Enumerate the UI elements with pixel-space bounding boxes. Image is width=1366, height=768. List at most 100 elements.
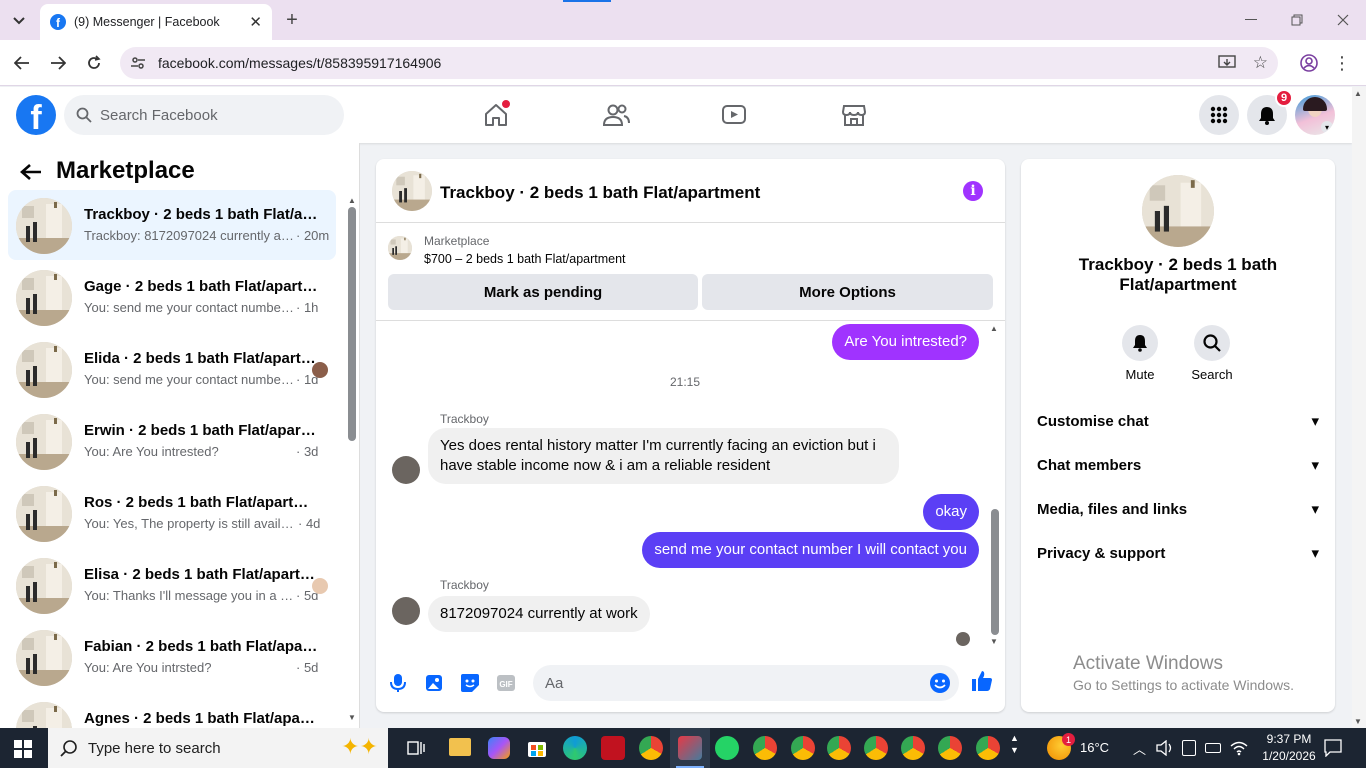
site-info-icon[interactable]: [130, 55, 146, 74]
back-icon[interactable]: [12, 53, 32, 73]
listing-price[interactable]: $700 – 2 beds 1 bath Flat/apartment: [424, 252, 626, 266]
outgoing-message[interactable]: Are You intrested?: [832, 324, 979, 360]
facebook-logo[interactable]: f: [16, 95, 56, 135]
like-thumb-icon[interactable]: [970, 669, 994, 693]
search-conversation-button[interactable]: Search: [1182, 325, 1242, 382]
device-icon[interactable]: [1182, 740, 1196, 756]
clock-date[interactable]: 1/20/2026: [1256, 749, 1322, 763]
privacy-support-row[interactable]: Privacy & support ▾: [1037, 531, 1319, 575]
conversation-item[interactable]: Agnes · 2 beds 1 bath Flat/apartment: [8, 694, 336, 728]
new-tab-icon[interactable]: +: [282, 9, 302, 31]
temperature-text[interactable]: 16°C: [1080, 740, 1109, 755]
chat-scroll-up-icon[interactable]: ▲: [990, 324, 998, 333]
close-window-icon[interactable]: [1334, 10, 1352, 30]
browser-tab[interactable]: f (9) Messenger | Facebook ✕: [40, 4, 272, 40]
gif-icon[interactable]: GIF: [494, 671, 518, 695]
chrome-profile-icon[interactable]: [901, 736, 925, 760]
photo-icon[interactable]: [422, 671, 446, 695]
conversation-item[interactable]: Elisa · 2 beds 1 bath Flat/apartment You:…: [8, 550, 336, 620]
battery-icon[interactable]: [1205, 743, 1221, 753]
outgoing-message[interactable]: send me your contact number I will conta…: [642, 532, 979, 568]
url-field[interactable]: facebook.com/messages/t/858395917164906 …: [120, 47, 1278, 79]
wifi-icon[interactable]: [1230, 740, 1248, 759]
active-app-highlight[interactable]: [670, 728, 710, 768]
marketplace-icon[interactable]: [836, 97, 872, 133]
incoming-message[interactable]: Yes does rental history matter I'm curre…: [428, 428, 899, 484]
mark-as-pending-button[interactable]: Mark as pending: [388, 274, 698, 310]
conversation-item[interactable]: Trackboy · 2 beds 1 bath Flat/apartment T…: [8, 190, 336, 260]
scroll-up-icon[interactable]: ▲: [348, 196, 356, 205]
notification-center-icon[interactable]: [1324, 739, 1342, 760]
tab-search-icon[interactable]: [8, 10, 30, 32]
outgoing-message[interactable]: okay: [923, 494, 979, 530]
sender-avatar[interactable]: [392, 456, 420, 484]
taskbar-search-input[interactable]: Type here to search ✦✦: [48, 728, 388, 768]
media-files-links-row[interactable]: Media, files and links ▾: [1037, 487, 1319, 531]
chat-avatar[interactable]: [392, 171, 432, 211]
page-scrollbar[interactable]: ▲ ▼: [1352, 87, 1366, 728]
chrome-profile-icon[interactable]: [976, 736, 1000, 760]
chrome-icon[interactable]: [639, 736, 663, 760]
home-icon[interactable]: [478, 97, 514, 133]
chrome-profile-icon[interactable]: [753, 736, 777, 760]
details-avatar[interactable]: [1142, 175, 1214, 247]
message-input[interactable]: Aa: [533, 665, 959, 701]
weather-icon[interactable]: 1: [1047, 733, 1075, 760]
taskbar-overflow-icon[interactable]: ▲ ▼: [1010, 732, 1019, 756]
conversation-item[interactable]: Gage · 2 beds 1 bath Flat/apartment You: …: [8, 262, 336, 332]
friends-icon[interactable]: [598, 97, 634, 133]
minimize-icon[interactable]: [1242, 10, 1260, 30]
back-arrow-icon[interactable]: [20, 163, 42, 184]
reload-icon[interactable]: [84, 53, 104, 73]
chat-scroll-thumb[interactable]: [991, 509, 999, 635]
chrome-profile-icon[interactable]: [864, 736, 888, 760]
conversation-item[interactable]: Ros · 2 beds 1 bath Flat/apartment You: Y…: [8, 478, 336, 548]
microphone-icon[interactable]: [386, 671, 410, 695]
system-tray-chevron-icon[interactable]: ︿: [1133, 739, 1146, 758]
facebook-search-input[interactable]: Search Facebook: [64, 95, 344, 135]
chat-title[interactable]: Trackboy · 2 beds 1 bath Flat/apartment: [440, 183, 760, 203]
chrome-profile-icon[interactable]: [938, 736, 962, 760]
forward-icon[interactable]: [48, 53, 68, 73]
profile-icon[interactable]: [1298, 52, 1320, 74]
sender-avatar[interactable]: [392, 597, 420, 625]
conversation-item[interactable]: Elida · 2 beds 1 bath Flat/apartment You:…: [8, 334, 336, 404]
listing-thumbnail[interactable]: [388, 236, 412, 260]
sticker-icon[interactable]: [458, 671, 482, 695]
account-avatar[interactable]: ▾: [1295, 95, 1335, 135]
notifications-button[interactable]: 9: [1247, 89, 1293, 135]
page-scroll-down-icon[interactable]: ▼: [1354, 717, 1362, 726]
customise-chat-row[interactable]: Customise chat ▾: [1037, 399, 1319, 443]
page-scroll-up-icon[interactable]: ▲: [1354, 89, 1362, 98]
task-view-icon[interactable]: [406, 738, 426, 761]
file-explorer-icon[interactable]: [449, 738, 471, 756]
info-icon[interactable]: i: [963, 181, 983, 201]
mute-button[interactable]: Mute: [1110, 325, 1170, 382]
whatsapp-icon[interactable]: [715, 736, 739, 760]
bookmark-star-icon[interactable]: ☆: [1253, 53, 1268, 73]
copilot-icon[interactable]: [488, 737, 510, 759]
chat-members-row[interactable]: Chat members ▾: [1037, 443, 1319, 487]
chrome-profile-icon[interactable]: [791, 736, 815, 760]
conversation-item[interactable]: Erwin · 2 beds 1 bath Flat/apartment You:…: [8, 406, 336, 476]
close-tab-icon[interactable]: ✕: [249, 13, 262, 31]
edge-browser-icon[interactable]: [563, 736, 587, 760]
microsoft-store-icon[interactable]: [526, 737, 548, 759]
windows-start-icon[interactable]: [14, 740, 32, 761]
conversation-item[interactable]: Fabian · 2 beds 1 bath Flat/apartment You…: [8, 622, 336, 692]
volume-icon[interactable]: [1156, 739, 1174, 759]
browser-menu-icon[interactable]: ⋮: [1333, 52, 1351, 74]
inbox-scroll-thumb[interactable]: [348, 207, 356, 441]
video-icon[interactable]: [716, 97, 752, 133]
install-app-icon[interactable]: [1218, 55, 1236, 74]
restore-icon[interactable]: [1288, 10, 1306, 30]
more-options-button[interactable]: More Options: [702, 274, 993, 310]
chrome-profile-icon[interactable]: [827, 736, 851, 760]
clock-time[interactable]: 9:37 PM: [1262, 732, 1316, 746]
security-app-icon[interactable]: [601, 736, 625, 760]
chat-scroll-down-icon[interactable]: ▼: [990, 637, 998, 646]
incoming-message[interactable]: 8172097024 currently at work: [428, 596, 650, 632]
menu-grid-icon[interactable]: [1199, 95, 1239, 135]
scroll-down-icon[interactable]: ▼: [348, 713, 356, 722]
emoji-icon[interactable]: [929, 672, 951, 698]
